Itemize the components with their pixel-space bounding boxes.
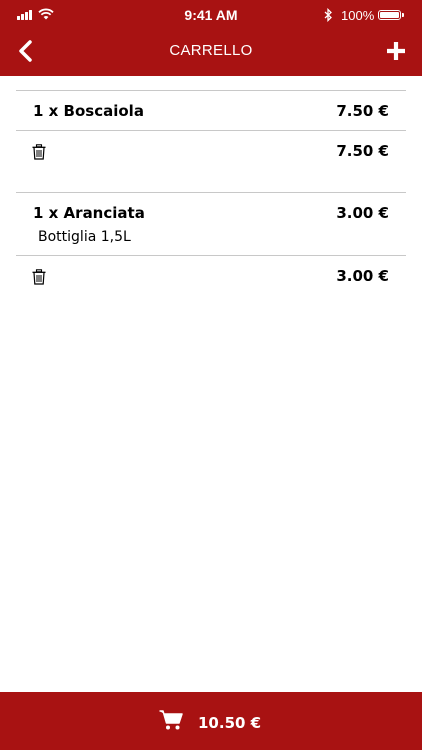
- item-subtotal: 7.50 €: [336, 142, 389, 160]
- battery-icon: [378, 10, 404, 20]
- item-name: 1 x Aranciata: [33, 204, 145, 222]
- page-title: CARRELLO: [169, 42, 253, 59]
- item-price: 7.50 €: [336, 102, 389, 120]
- item-price: 3.00 €: [336, 204, 389, 222]
- cart-item: 1 x Aranciata Bottiglia 1,5L 3.00 €: [16, 193, 406, 255]
- plus-icon[interactable]: [384, 39, 408, 63]
- app-header: CARRELLO: [0, 30, 422, 76]
- cart-item: 1 x Boscaiola 7.50 €: [16, 91, 406, 130]
- cart-list: 1 x Boscaiola 7.50 € 7.50 € 1 x Aranciat…: [16, 90, 406, 317]
- cart-icon: [159, 710, 183, 730]
- item-actions-row: 7.50 €: [16, 131, 406, 192]
- bluetooth-icon: [324, 8, 332, 22]
- item-name: 1 x Boscaiola: [33, 102, 144, 120]
- cart-total: 10.50 €: [198, 714, 262, 732]
- item-subtotal: 3.00 €: [336, 267, 389, 285]
- item-description: Bottiglia 1,5L: [38, 229, 131, 245]
- trash-icon[interactable]: [32, 269, 46, 285]
- trash-icon[interactable]: [32, 144, 46, 160]
- battery-percentage: 100%: [341, 8, 375, 23]
- status-bar: 9:41 AM 100%: [0, 0, 422, 30]
- checkout-bar[interactable]: 10.50 €: [0, 692, 422, 750]
- item-actions-row: 3.00 €: [16, 256, 406, 317]
